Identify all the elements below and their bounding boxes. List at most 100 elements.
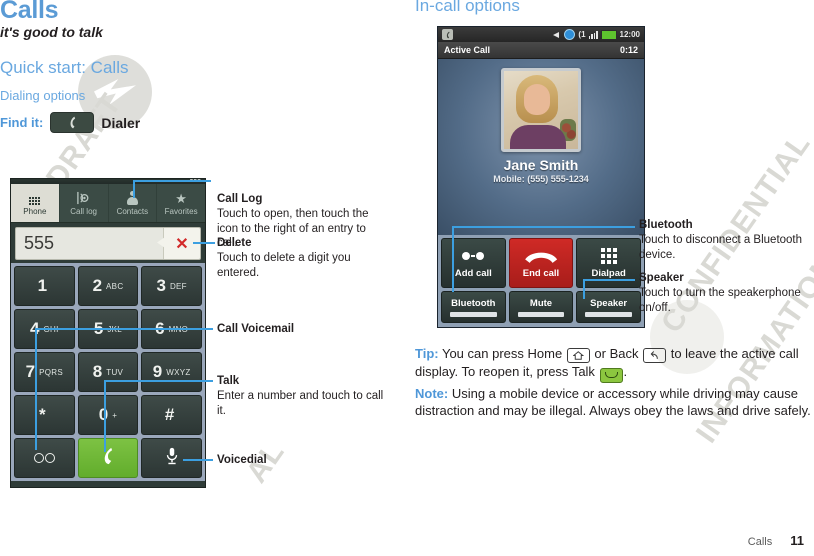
speaker-toggle-indicator	[585, 311, 632, 317]
key-0-letters: +	[112, 410, 118, 420]
key-7-digit: 7	[25, 362, 36, 381]
key-hash[interactable]: #	[141, 395, 202, 435]
find-it-row: Find it: Dialer	[0, 112, 140, 133]
end-call-label: End call	[522, 267, 560, 279]
end-call-button[interactable]: End call	[508, 238, 574, 288]
incall-contact-area: Jane Smith Mobile: (555) 555-1234	[438, 59, 644, 235]
key-9[interactable]: 9 WXYZ	[141, 352, 202, 392]
key-star[interactable]: *	[14, 395, 75, 435]
bluetooth-toggle-indicator	[450, 311, 497, 317]
incall-screenshot: (1 12:00 Active Call 0:12 Jane Smith Mob…	[437, 26, 645, 328]
leader-line-voicemail	[35, 328, 213, 330]
key-9-letters: WXYZ	[166, 367, 191, 377]
incall-status-bar: (1 12:00	[438, 27, 644, 42]
signal-bars-icon	[588, 30, 598, 39]
tab-favorites[interactable]: ★ Favorites	[157, 184, 205, 222]
key-star-digit: *	[39, 405, 46, 424]
handset-icon	[50, 112, 95, 133]
callout-speaker-heading: Speaker	[639, 272, 684, 284]
bluetooth-toggle[interactable]: Bluetooth	[441, 291, 506, 323]
handset-icon	[99, 447, 117, 470]
add-call-button[interactable]: Add call	[441, 238, 506, 288]
dial-number-input[interactable]: 555 ✕	[15, 227, 201, 260]
key-8-digit: 8	[92, 362, 103, 381]
key-1-digit: 1	[37, 276, 48, 295]
key-8[interactable]: 8 TUV	[77, 352, 139, 392]
call-key[interactable]	[77, 438, 139, 478]
leader-line-bluetooth	[452, 226, 635, 228]
end-call-icon	[524, 248, 558, 264]
add-call-icon	[462, 248, 485, 264]
tab-favorites-label: Favorites	[164, 207, 198, 216]
voicemail-icon	[33, 453, 55, 463]
callout-talk: Talk Enter a number and touch to call it…	[217, 374, 387, 418]
delete-button[interactable]: ✕	[163, 228, 200, 259]
leader-line-voicedial	[183, 459, 213, 461]
contact-number: Mobile: (555) 555-1234	[493, 174, 589, 184]
speaker-toggle[interactable]: Speaker	[576, 291, 641, 323]
battery-icon	[600, 29, 617, 40]
key-2-digit: 2	[92, 276, 103, 295]
callout-call-voicemail-heading: Call Voicemail	[217, 323, 295, 335]
speaker-toggle-label: Speaker	[590, 297, 628, 309]
callout-delete: Delete Touch to delete a digit you enter…	[217, 236, 387, 280]
subsection-heading: Dialing options	[0, 88, 86, 103]
key-8-letters: TUV	[106, 367, 124, 377]
dialpad-button[interactable]: Dialpad	[576, 238, 641, 288]
leader-line-talk-stem	[104, 380, 106, 452]
tip-part4: .	[623, 364, 628, 379]
microphone-icon	[163, 447, 181, 470]
dialpad-icon	[600, 247, 617, 264]
leader-line-calllog-stem	[133, 180, 135, 198]
footer-page-number: 11	[790, 533, 804, 548]
tab-phone[interactable]: Phone	[11, 184, 60, 222]
dialer-screenshot: ▮▮▮ Phone Call log Contacts ★ Fav	[10, 178, 206, 488]
voicemail-key[interactable]	[14, 438, 75, 478]
dialpad-keys: 1 2 ABC 3 DEF 4 GHI 5 JKL 6 MNO	[11, 263, 205, 481]
incall-duration: 0:12	[619, 45, 638, 55]
tab-call-log[interactable]: Call log	[60, 184, 109, 222]
tab-phone-label: Phone	[23, 207, 47, 216]
callout-bluetooth-heading: Bluetooth	[639, 219, 693, 231]
voicedial-key[interactable]	[141, 438, 202, 478]
find-it-app-name: Dialer	[101, 114, 141, 131]
key-7[interactable]: 7 PQRS	[14, 352, 75, 392]
incall-title: Active Call	[444, 45, 491, 55]
note-body: Using a mobile device or accessory while…	[415, 386, 811, 418]
leader-line-speaker-stem	[583, 279, 585, 299]
callout-bluetooth-body: Touch to disconnect a Bluetooth device.	[639, 234, 803, 261]
page-title: Calls	[0, 0, 59, 24]
callout-voicedial: Voicedial	[217, 453, 387, 468]
key-3[interactable]: 3 DEF	[141, 266, 202, 306]
key-0[interactable]: 0 +	[77, 395, 139, 435]
talk-icon	[599, 367, 623, 383]
call-log-icon	[76, 190, 91, 205]
dialpad-label: Dialpad	[591, 267, 626, 279]
contact-photo	[501, 68, 581, 152]
globe-icon	[564, 29, 576, 40]
page-subtitle: it's good to talk	[0, 24, 103, 40]
incall-toggle-row: Bluetooth Mute Speaker	[438, 291, 644, 327]
key-2[interactable]: 2 ABC	[77, 266, 139, 306]
dialer-tab-bar: Phone Call log Contacts ★ Favorites	[11, 184, 205, 223]
key-3-letters: DEF	[169, 281, 187, 291]
leader-line-talk	[104, 380, 213, 382]
photo-body-decor	[510, 125, 566, 149]
callout-talk-body: Enter a number and touch to call it.	[217, 390, 384, 417]
star-icon: ★	[175, 191, 187, 206]
incall-title-bar: Active Call 0:12	[438, 42, 644, 59]
callout-call-log-heading: Call Log	[217, 193, 263, 205]
tip-part1: You can press Home	[438, 346, 566, 361]
note-block: Note: Using a mobile device or accessory…	[415, 385, 811, 419]
key-1[interactable]: 1	[14, 266, 75, 306]
tip-part2: or Back	[590, 346, 643, 361]
callout-call-voicemail: Call Voicemail	[217, 322, 387, 337]
page-footer: Calls 11	[748, 533, 804, 548]
leader-line-voicemail-stem	[35, 328, 37, 450]
mute-toggle[interactable]: Mute	[508, 291, 574, 323]
mute-toggle-label: Mute	[529, 297, 553, 309]
key-7-letters: PQRS	[39, 367, 63, 377]
section-heading: Quick start: Calls	[0, 58, 129, 77]
dial-number-value: 555	[24, 233, 55, 253]
callout-voicedial-heading: Voicedial	[217, 454, 267, 466]
